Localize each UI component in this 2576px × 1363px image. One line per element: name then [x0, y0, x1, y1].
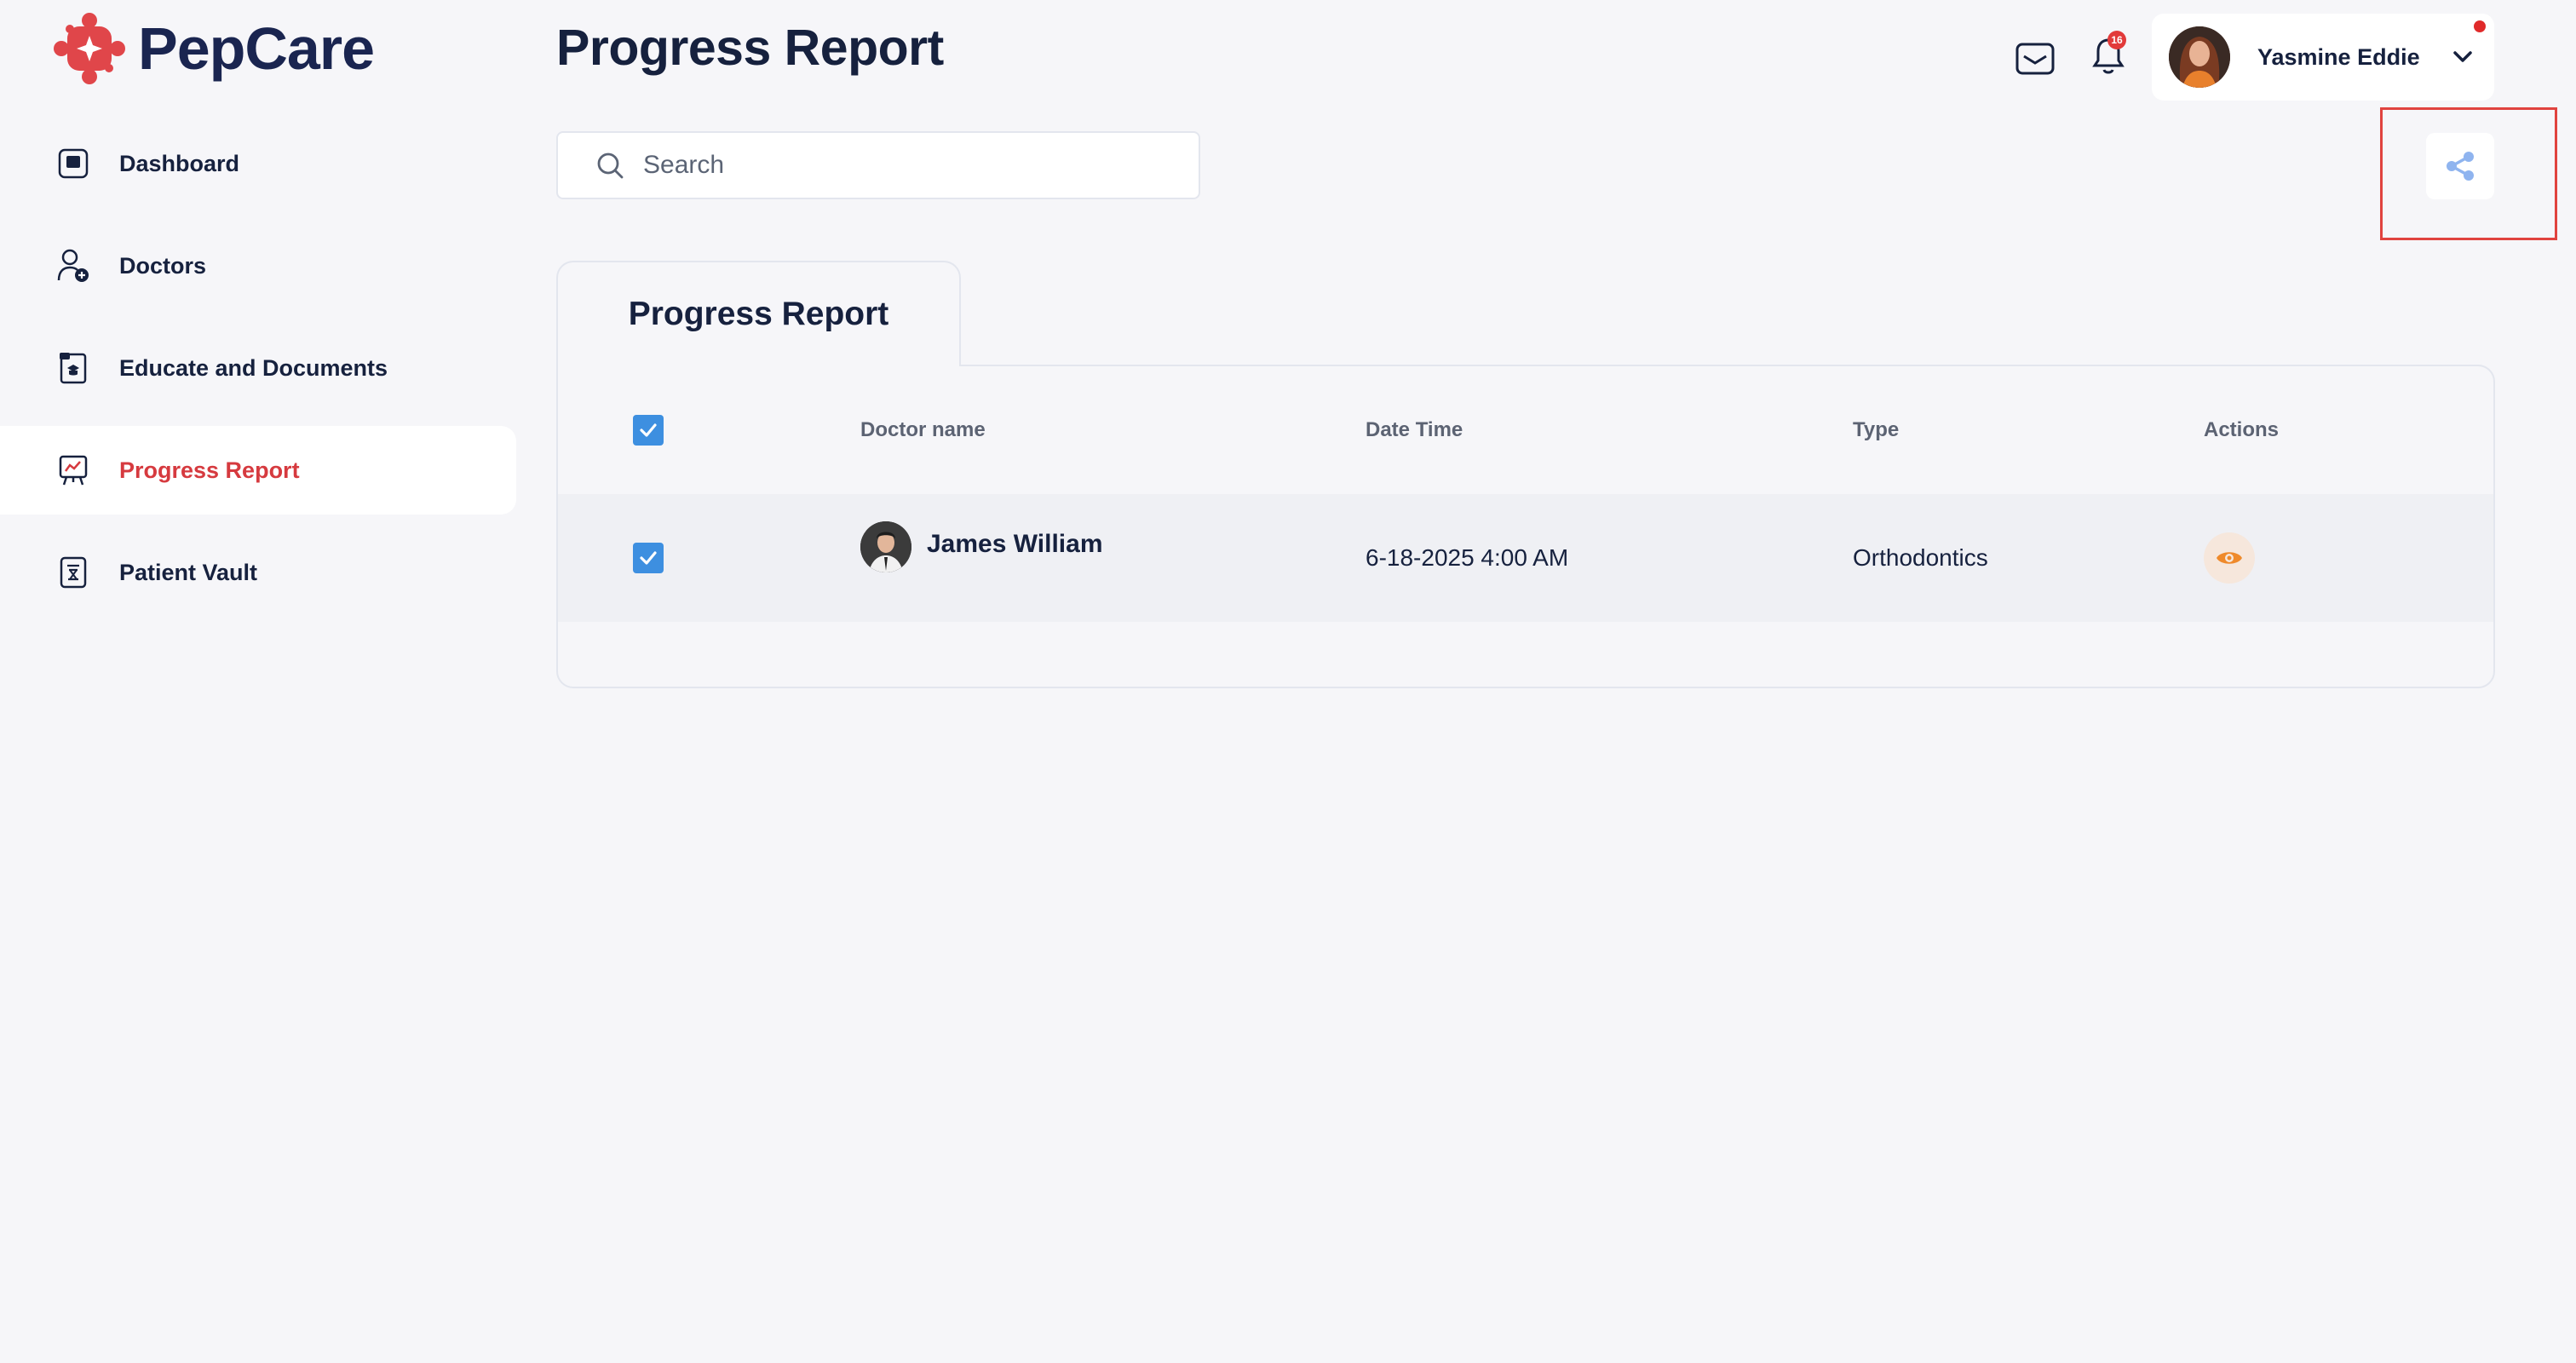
doctor-add-icon: [56, 249, 90, 283]
view-button[interactable]: [2204, 532, 2255, 584]
avatar: [2169, 26, 2230, 88]
search-input[interactable]: [643, 151, 1154, 180]
vault-icon: [56, 555, 90, 589]
sidebar-item-label: Patient Vault: [119, 559, 258, 585]
tab-label: Progress Report: [628, 296, 889, 332]
user-name: Yasmine Eddie: [2257, 43, 2420, 70]
column-header-date-time[interactable]: Date Time: [1366, 366, 1463, 494]
sidebar-item-label: Educate and Documents: [119, 354, 388, 381]
sidebar-item-progress-report[interactable]: Progress Report: [0, 426, 516, 515]
sidebar-item-label: Progress Report: [119, 457, 300, 483]
chart-board-icon: [56, 453, 90, 487]
doctor-cell: James William: [860, 494, 1103, 622]
sidebar-item-educate-documents[interactable]: Educate and Documents: [0, 324, 516, 412]
sidebar-item-dashboard[interactable]: Dashboard: [0, 119, 516, 208]
notification-count-badge: 16: [2107, 31, 2126, 49]
table-row[interactable]: James William 6-18-2025 4:00 AM Orthodon…: [558, 494, 2493, 622]
sidebar-item-doctors[interactable]: Doctors: [0, 221, 516, 310]
chevron-down-icon: [2453, 51, 2472, 62]
tab-progress-report[interactable]: Progress Report: [556, 261, 961, 366]
notifications-button[interactable]: 16: [2085, 31, 2131, 82]
status-dot: [2474, 20, 2486, 32]
sidebar-item-patient-vault[interactable]: Patient Vault: [0, 528, 516, 617]
app-root: PepCare Dashboard Doctors Educate and Do…: [0, 0, 2576, 1363]
doctor-avatar: [860, 521, 911, 572]
progress-report-table: Doctor name Date Time Type Actions James…: [556, 365, 2495, 688]
mail-icon: [2015, 43, 2055, 75]
sidebar-item-label: Dashboard: [119, 150, 240, 176]
dashboard-icon: [56, 147, 90, 181]
column-header-doctor-name[interactable]: Doctor name: [860, 366, 986, 494]
page-title: Progress Report: [556, 20, 944, 76]
search-icon: [597, 152, 624, 179]
check-icon: [640, 551, 657, 565]
pepcare-logo-icon: [54, 13, 125, 84]
check-icon: [640, 423, 657, 437]
column-header-type[interactable]: Type: [1853, 366, 1899, 494]
type-cell: Orthodontics: [1853, 544, 1988, 571]
doctor-name: James William: [927, 530, 1103, 558]
eye-icon: [2217, 552, 2242, 564]
column-header-actions: Actions: [2204, 418, 2280, 441]
mail-button[interactable]: [2014, 37, 2056, 80]
user-menu[interactable]: Yasmine Eddie: [2152, 14, 2494, 101]
table-header: Doctor name Date Time Type Actions: [558, 366, 2493, 494]
date-time-cell: 6-18-2025 4:00 AM: [1366, 544, 1569, 571]
sidebar-item-label: Doctors: [119, 252, 207, 279]
sidebar-nav: Dashboard Doctors Educate and Documents …: [0, 119, 516, 630]
row-checkbox[interactable]: [633, 543, 664, 573]
row-select-cell: [633, 494, 664, 622]
select-all-checkbox[interactable]: [633, 415, 664, 446]
search-box[interactable]: [556, 131, 1200, 199]
select-all-cell: [633, 366, 664, 494]
actions-cell: [2204, 494, 2255, 622]
document-icon: [56, 351, 90, 385]
brand-name: PepCare: [138, 15, 375, 82]
brand-logo[interactable]: PepCare: [53, 12, 375, 85]
share-icon: [2447, 152, 2474, 181]
share-button[interactable]: [2426, 133, 2494, 199]
